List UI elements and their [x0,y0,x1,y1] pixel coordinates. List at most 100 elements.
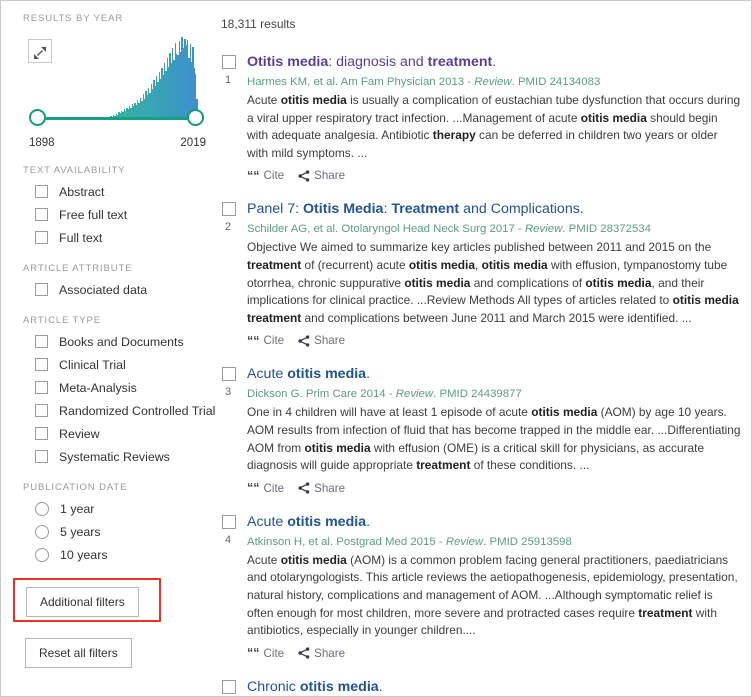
year-min-label: 1898 [29,137,55,149]
checkbox-icon[interactable] [35,185,48,198]
filter-label: Free full text [59,207,128,222]
cite-button[interactable]: ““ Cite [247,482,284,495]
share-icon [298,335,310,347]
cite-label: Cite [263,646,285,660]
result-citation: Atkinson H, et al. Postgrad Med 2015 - R… [247,535,572,548]
year-range-labels: 1898 2019 [29,137,206,149]
cite-button[interactable]: ““ Cite [247,647,284,660]
filter-meta-analysis[interactable]: Meta-Analysis [23,376,208,399]
share-label: Share [314,646,346,660]
quote-icon: ““ [247,645,260,660]
radio-icon[interactable] [35,501,49,516]
filter-label: Associated data [59,282,148,297]
share-button[interactable]: Share [298,334,345,347]
filter-label: Systematic Reviews [59,449,170,464]
result-title-link[interactable]: Acute otitis media. [247,365,741,383]
checkbox-icon[interactable] [35,208,48,221]
text-availability-heading: TEXT AVAILABILITY [23,165,126,176]
article-type-heading: ARTICLE TYPE [23,315,102,326]
share-button[interactable]: Share [298,647,345,660]
year-range-slider[interactable] [29,109,204,127]
result-item: 3 Acute otitis media. Dickson G. Prim Care… [213,365,741,495]
result-citation: Dickson G. Prim Care 2014 - Review. PMID… [247,388,522,401]
share-button[interactable]: Share [298,169,345,182]
filter-5-years[interactable]: 5 years [23,520,208,543]
cite-label: Cite [263,334,285,348]
result-snippet: Objective We aimed to summarize key arti… [247,240,739,325]
result-checkbox[interactable] [222,679,236,694]
result-title-link[interactable]: Chronic otitis media. [247,678,741,696]
slider-handle-end[interactable] [187,109,204,126]
cite-button[interactable]: ““ Cite [247,169,284,182]
results-count: 18,311 results [221,17,296,31]
filter-clinical-trial[interactable]: Clinical Trial [23,353,208,376]
result-index: 3 [225,386,232,399]
filter-books-and-documents[interactable]: Books and Documents [23,330,208,353]
result-item: 1 Otitis media: diagnosis and treatment. H… [213,53,741,182]
share-label: Share [314,481,346,495]
pubmed-search-results-page: RESULTS BY YEAR 1898 2019 TEXT AVAILABIL… [0,0,752,697]
radio-icon[interactable] [35,547,49,562]
quote-icon: ““ [247,333,260,348]
checkbox-icon[interactable] [35,283,48,296]
share-label: Share [314,169,346,183]
result-checkbox[interactable] [222,55,236,69]
result-checkbox[interactable] [222,514,236,529]
slider-track [38,117,195,120]
cite-button[interactable]: ““ Cite [247,334,284,347]
checkbox-icon[interactable] [35,231,48,244]
additional-filters-button[interactable]: Additional filters [26,587,139,617]
reset-all-filters-button[interactable]: Reset all filters [25,638,132,668]
result-checkbox[interactable] [222,202,236,217]
share-button[interactable]: Share [298,482,345,495]
result-checkbox[interactable] [222,367,236,382]
result-citation: Harmes KM, et al. Am Fam Physician 2013 … [247,76,601,88]
filter-group-article-type: ARTICLE TYPE Books and Documents Clinica… [23,315,215,468]
filter-full-text[interactable]: Full text [23,226,208,249]
filter-10-years[interactable]: 10 years [23,543,208,566]
result-title-link[interactable]: Panel 7: Otitis Media: Treatment and Com… [247,200,741,218]
result-snippet: One in 4 children will have at least 1 e… [247,405,741,473]
filter-free-full-text[interactable]: Free full text [23,203,208,226]
filter-label: 5 years [60,524,101,539]
result-item: 2 Panel 7: Otitis Media: Treatment and Co… [213,200,741,347]
results-by-year-heading: RESULTS BY YEAR [23,13,124,24]
share-icon [298,482,310,494]
result-snippet: Acute otitis media (AOM) is a common pro… [247,552,738,638]
quote-icon: ““ [247,168,260,183]
article-attribute-heading: ARTICLE ATTRIBUTE [23,263,133,274]
result-title-link[interactable]: Otitis media: diagnosis and treatment. [247,53,741,71]
share-icon [298,170,310,182]
checkbox-icon[interactable] [35,335,48,348]
results-by-year-chart: 1898 2019 [23,33,206,151]
radio-icon[interactable] [35,524,49,539]
additional-filters-area: Additional filters [13,578,171,624]
checkbox-icon[interactable] [35,427,48,440]
filter-associated-data[interactable]: Associated data [23,278,208,301]
filter-group-article-attribute: ARTICLE ATTRIBUTE Associated data [23,263,208,301]
checkbox-icon[interactable] [35,450,48,463]
checkbox-icon[interactable] [35,404,48,417]
filter-randomized-controlled-trial[interactable]: Randomized Controlled Trial [23,399,215,422]
filter-label: Randomized Controlled Trial [59,403,216,418]
result-title-link[interactable]: Acute otitis media. [247,513,741,531]
share-icon [298,647,310,659]
quote-icon: ““ [247,480,260,495]
filter-review[interactable]: Review [23,422,208,445]
cite-label: Cite [263,169,285,183]
result-index: 2 [225,221,232,234]
checkbox-icon[interactable] [35,358,48,371]
slider-handle-start[interactable] [29,109,46,126]
result-citation: Schilder AG, et al. Otolaryngol Head Nec… [247,223,651,236]
filter-label: Abstract [59,184,105,199]
filter-abstract[interactable]: Abstract [23,180,208,203]
filter-label: 1 year [60,501,95,516]
filter-systematic-reviews[interactable]: Systematic Reviews [23,445,208,468]
filters-sidebar: RESULTS BY YEAR 1898 2019 TEXT AVAILABIL… [1,1,215,696]
filter-group-text-availability: TEXT AVAILABILITY Abstract Free full tex… [23,165,208,249]
filter-label: Review [59,426,100,441]
checkbox-icon[interactable] [35,381,48,394]
filter-label: 10 years [60,547,108,562]
result-item: 4 Acute otitis media. Atkinson H, et al. P… [213,513,741,660]
filter-1-year[interactable]: 1 year [23,497,208,520]
